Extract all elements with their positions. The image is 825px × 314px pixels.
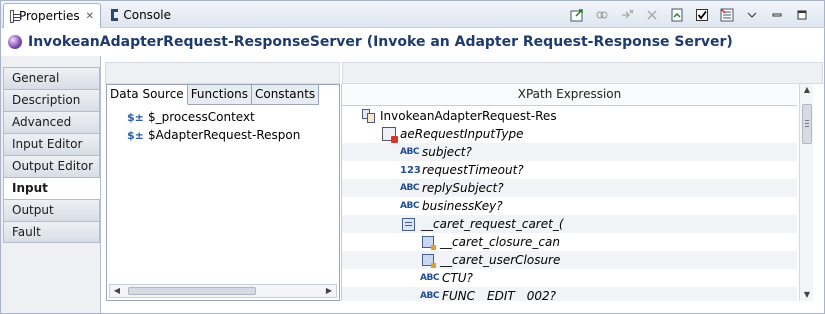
tree-node[interactable]: __caret_closure_can: [422, 233, 560, 251]
data-source-panel: Data Source Functions Constants $± $_pro…: [106, 84, 340, 301]
tree-node[interactable]: aeRequestInputType: [382, 125, 523, 143]
close-icon[interactable]: ✕: [86, 11, 94, 22]
section-tab-advanced[interactable]: Advanced: [3, 111, 100, 133]
tab-data-source[interactable]: Data Source: [107, 85, 188, 105]
section-tabs: General Description Advanced Input Edito…: [3, 67, 100, 243]
tab-properties[interactable]: Properties ✕: [3, 3, 101, 28]
string-icon: ABC: [420, 273, 439, 283]
horizontal-scrollbar[interactable]: ◀ ▶: [109, 284, 337, 298]
tree-node[interactable]: __caret_userClosure: [342, 251, 797, 269]
data-source-list: $± $_processContext $± $AdapterRequest-R…: [127, 108, 340, 144]
tree-node-label: requestTimeout?: [422, 163, 524, 177]
string-icon: ABC: [400, 183, 419, 193]
scrollbar-thumb[interactable]: [128, 287, 256, 295]
minimize-icon[interactable]: [769, 7, 785, 23]
tree-node[interactable]: ABC subject?: [342, 143, 797, 161]
tab-properties-label: Properties: [18, 9, 80, 23]
scroll-up-icon[interactable]: ▲: [800, 84, 814, 96]
scroll-right-icon[interactable]: ▶: [322, 285, 336, 297]
string-icon: ABC: [420, 291, 439, 301]
tree-node-label: subject?: [422, 145, 472, 159]
title-bar: InvokeanAdapterRequest-ResponseServer (I…: [0, 28, 825, 56]
tree-node-label: businessKey?: [422, 199, 503, 213]
tab-console-label: Console: [123, 8, 171, 22]
section-tab-output-editor[interactable]: Output Editor: [3, 155, 100, 177]
list-item[interactable]: $± $AdapterRequest-Respon: [127, 126, 340, 144]
attribute-icon: [422, 236, 436, 250]
view-tab-bar: Properties ✕ Console: [0, 0, 825, 28]
xpath-column-header[interactable]: XPath Expression: [342, 84, 797, 106]
tree-node-label: __caret_closure_can: [440, 235, 560, 249]
section-tab-fault[interactable]: Fault: [3, 221, 100, 243]
tree-node-label: replySubject?: [422, 181, 504, 195]
section-tab-input-editor[interactable]: Input Editor: [3, 133, 100, 155]
right-toolbar-strip: [342, 62, 823, 84]
activity-icon: [8, 35, 22, 49]
scrollbar-thumb[interactable]: [802, 104, 812, 144]
remove-icon[interactable]: [619, 7, 635, 23]
scroll-down-icon[interactable]: ▼: [800, 289, 814, 301]
attribute-icon: [422, 254, 436, 268]
tree-node-label: InvokeanAdapterRequest-Res: [380, 109, 557, 123]
link-icon[interactable]: [594, 7, 610, 23]
section-content: Data Source Functions Constants $± $_pro…: [100, 56, 824, 313]
tab-constants[interactable]: Constants: [251, 85, 320, 105]
process-data-icon: [362, 109, 376, 123]
list-item-label: $_processContext: [148, 110, 255, 124]
checkbox-icon[interactable]: [694, 7, 710, 23]
tree-node[interactable]: InvokeanAdapterRequest-Res: [362, 107, 557, 125]
vertical-scrollbar[interactable]: ▲ ▼: [799, 84, 813, 301]
filter-icon[interactable]: [719, 7, 735, 23]
tree-node[interactable]: ABC CTU?: [420, 269, 473, 287]
tree-node[interactable]: 123 requestTimeout?: [400, 161, 524, 179]
page-title: InvokeanAdapterRequest-ResponseServer (I…: [28, 34, 733, 50]
tree-node[interactable]: __caret_request_caret_(: [342, 215, 797, 233]
tree-node[interactable]: ABC replySubject?: [342, 179, 797, 197]
schema-tree: InvokeanAdapterRequest-Res aeRequestInpu…: [342, 106, 797, 301]
tree-node-label: aeRequestInputType: [400, 127, 524, 141]
properties-icon: [10, 9, 20, 23]
complex-icon: [402, 217, 415, 231]
tab-console[interactable]: Console: [105, 3, 177, 27]
scroll-left-icon[interactable]: ◀: [110, 285, 124, 297]
tree-node-label: __caret_request_caret_(: [421, 217, 564, 231]
data-source-tabs: Data Source Functions Constants: [107, 85, 320, 105]
tree-node[interactable]: ABC businessKey?: [400, 197, 503, 215]
variable-icon: $±: [127, 128, 144, 142]
view-menu-icon[interactable]: [744, 7, 760, 23]
tab-functions[interactable]: Functions: [187, 85, 252, 105]
xpath-panel: XPath Expression InvokeanAdapterRequest-…: [341, 84, 824, 301]
maximize-icon[interactable]: [794, 7, 810, 23]
variable-icon: $±: [127, 110, 144, 124]
tree-node[interactable]: ABC FUNC__EDIT__002?: [342, 287, 797, 301]
string-icon: ABC: [400, 201, 419, 211]
remove-all-icon[interactable]: [644, 7, 660, 23]
pin-editor-icon[interactable]: [569, 7, 585, 23]
number-icon: 123: [400, 164, 421, 176]
element-icon: [382, 127, 398, 143]
tree-node-label: __caret_userClosure: [440, 253, 561, 267]
properties-frame: General Description Advanced Input Edito…: [0, 56, 825, 314]
section-tab-general[interactable]: General: [3, 67, 100, 89]
list-item[interactable]: $± $_processContext: [127, 108, 340, 126]
string-icon: ABC: [400, 147, 419, 157]
left-toolbar-strip: [105, 62, 340, 84]
console-icon: [111, 9, 123, 21]
section-tab-description[interactable]: Description: [3, 89, 100, 111]
tree-node-label: CTU?: [442, 271, 473, 285]
list-item-label: $AdapterRequest-Respon: [148, 128, 301, 142]
tree-node-label: FUNC__EDIT__002?: [442, 289, 557, 301]
view-toolbar: [569, 6, 810, 24]
new-view-icon[interactable]: [669, 7, 685, 23]
section-tab-input[interactable]: Input: [3, 177, 100, 199]
section-tab-output[interactable]: Output: [3, 199, 100, 221]
